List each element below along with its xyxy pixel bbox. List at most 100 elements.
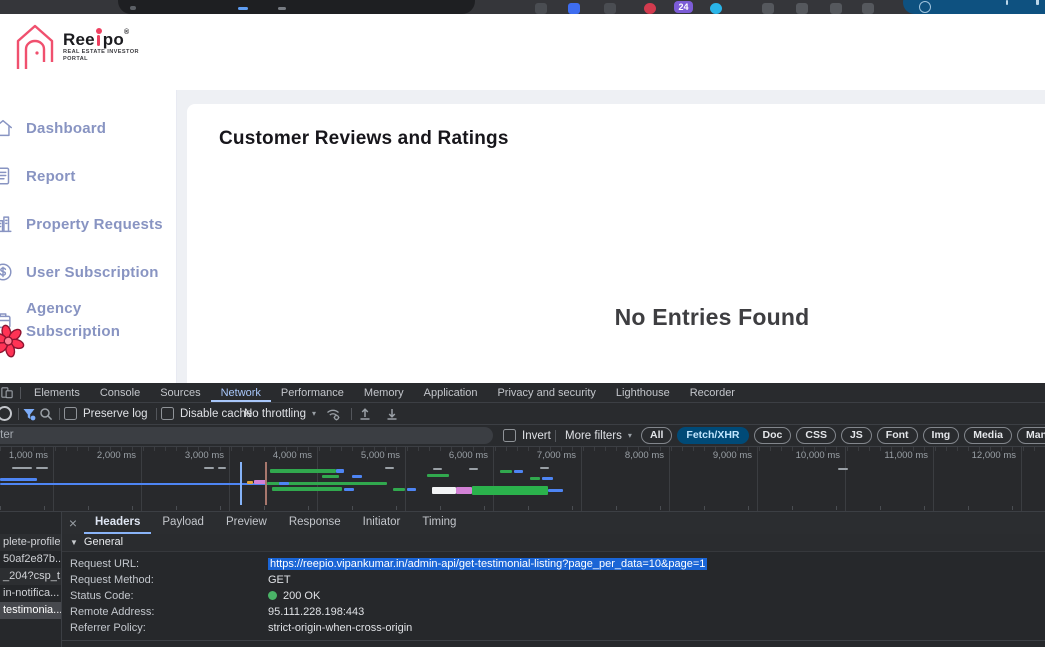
devtools-tab-sources[interactable]: Sources — [150, 384, 210, 402]
preserve-log-checkbox[interactable]: Preserve log — [64, 403, 148, 424]
url-bar-icon — [130, 6, 136, 10]
details-tab-initiator[interactable]: Initiator — [352, 512, 412, 534]
filter-chip-img[interactable]: Img — [923, 427, 960, 444]
request-row[interactable]: _204?csp_t... — [0, 568, 61, 585]
general-section-header[interactable]: ▼General — [62, 534, 1045, 552]
grid-line — [493, 447, 494, 511]
detail-label: Request Method: — [62, 572, 268, 588]
detail-row: Request URL:https://reepio.vipankumar.in… — [62, 556, 1045, 572]
filter-chip-media[interactable]: Media — [964, 427, 1012, 444]
devtools-tab-memory[interactable]: Memory — [354, 384, 414, 402]
waterfall-bar — [393, 488, 405, 491]
extension-icon[interactable] — [644, 3, 656, 14]
details-tab-payload[interactable]: Payload — [151, 512, 215, 534]
detail-value[interactable]: strict-origin-when-cross-origin — [268, 620, 412, 636]
profile-pill[interactable] — [903, 0, 1045, 14]
filter-chip-fetch-xhr[interactable]: Fetch/XHR — [677, 427, 748, 444]
browser-top-strip: 24 — [0, 0, 1045, 14]
sidebar-item-report[interactable]: Report — [0, 152, 176, 200]
waterfall-bar — [36, 467, 48, 469]
waterfall-bar — [456, 487, 472, 494]
extension-icon[interactable] — [604, 3, 616, 14]
devtools-tab-application[interactable]: Application — [414, 384, 488, 402]
sidebar-item-dashboard[interactable]: Dashboard — [0, 104, 176, 152]
extension-icon[interactable] — [830, 3, 842, 14]
record-network-log-button[interactable] — [0, 403, 12, 424]
details-tab-preview[interactable]: Preview — [215, 512, 278, 534]
detail-value[interactable]: 95.111.228.198:443 — [268, 604, 364, 620]
request-url-value[interactable]: https://reepio.vipankumar.in/admin-api/g… — [268, 558, 707, 570]
network-overview-waterfall[interactable]: 1,000 ms2,000 ms3,000 ms4,000 ms5,000 ms… — [0, 447, 1045, 512]
devtools-tab-performance[interactable]: Performance — [271, 384, 354, 402]
empty-state-message: No Entries Found — [187, 304, 1045, 331]
sidebar-item-agency-subscription[interactable]: Agency Subscription — [0, 296, 176, 344]
divider — [20, 387, 21, 399]
time-tick-label: 4,000 ms — [232, 450, 312, 461]
sidebar-item-property-requests[interactable]: Property Requests — [0, 200, 176, 248]
detail-value[interactable]: https://reepio.vipankumar.in/admin-api/g… — [268, 556, 707, 572]
throttling-dropdown[interactable]: No throttling▾ — [238, 403, 316, 424]
devtools-tab-bar: ElementsConsoleSourcesNetworkPerformance… — [0, 383, 1045, 403]
reepo-logo[interactable]: Ree po ® REAL ESTATE INVESTOR PORTAL — [13, 22, 139, 72]
extension-icon[interactable] — [568, 3, 580, 14]
more-filters-dropdown[interactable]: More filters ▾ — [565, 425, 632, 446]
invert-checkbox[interactable]: Invert — [503, 425, 551, 446]
sidebar-item-label: Report — [26, 165, 168, 188]
filter-chip-css[interactable]: CSS — [796, 427, 836, 444]
details-tab-headers[interactable]: Headers — [84, 512, 151, 534]
filter-chip-all[interactable]: All — [641, 427, 672, 444]
extension-icon[interactable] — [535, 3, 547, 14]
grid-line — [141, 447, 142, 511]
extension-badge[interactable]: 24 — [674, 1, 693, 13]
detail-value[interactable]: GET — [268, 572, 291, 588]
sidebar-item-user-subscription[interactable]: User Subscription — [0, 248, 176, 296]
waterfall-bar — [344, 488, 354, 491]
device-toolbar-icon[interactable] — [1, 385, 13, 400]
devtools-tab-recorder[interactable]: Recorder — [680, 384, 745, 402]
waterfall-bar — [204, 467, 214, 469]
export-har-icon[interactable] — [385, 403, 399, 424]
extension-icon[interactable] — [762, 3, 774, 14]
network-conditions-icon[interactable] — [326, 403, 340, 424]
waterfall-bar — [12, 467, 32, 469]
url-bar[interactable] — [118, 0, 475, 14]
status-ok-dot-icon — [268, 591, 277, 600]
filter-chip-js[interactable]: JS — [841, 427, 872, 444]
request-row[interactable]: in-notifica... — [0, 585, 61, 602]
devtools-tab-privacy-and-security[interactable]: Privacy and security — [487, 384, 605, 402]
detail-label: Status Code: — [62, 588, 268, 604]
extension-icon[interactable] — [710, 3, 722, 14]
waterfall-bar — [542, 477, 553, 480]
building-icon — [0, 213, 14, 235]
filter-input[interactable]: Filter — [0, 427, 493, 444]
waterfall-bar — [433, 468, 442, 470]
details-tab-timing[interactable]: Timing — [411, 512, 467, 534]
brand-part1: Ree — [63, 31, 95, 48]
time-tick-label: 9,000 ms — [672, 450, 752, 461]
request-row[interactable]: 50af2e87b... — [0, 551, 61, 568]
devtools-tab-elements[interactable]: Elements — [24, 384, 90, 402]
devtools-tab-console[interactable]: Console — [90, 384, 150, 402]
extension-icon[interactable] — [796, 3, 808, 14]
filter-chip-doc[interactable]: Doc — [754, 427, 792, 444]
sidebar-item-label: User Subscription — [26, 261, 168, 284]
detail-value[interactable]: 200 OK — [268, 588, 320, 604]
request-row[interactable]: plete-profile — [0, 534, 61, 551]
details-tab-response[interactable]: Response — [278, 512, 352, 534]
chevron-down-icon: ▾ — [628, 431, 632, 440]
grid-line — [317, 447, 318, 511]
request-row[interactable]: testimonia... — [0, 602, 61, 619]
search-icon[interactable] — [39, 403, 53, 424]
devtools-tab-network[interactable]: Network — [211, 384, 271, 402]
filter-chip-font[interactable]: Font — [877, 427, 918, 444]
filter-icon[interactable] — [22, 403, 36, 424]
close-icon[interactable]: × — [62, 512, 84, 534]
filter-chip-manifest[interactable]: Manifest — [1017, 427, 1045, 444]
waterfall-bar — [336, 469, 344, 473]
devtools-tab-lighthouse[interactable]: Lighthouse — [606, 384, 680, 402]
import-har-icon[interactable] — [358, 403, 372, 424]
extension-icon[interactable] — [862, 3, 874, 14]
waterfall-bar — [838, 468, 848, 470]
details-tabs: HeadersPayloadPreviewResponseInitiatorTi… — [84, 512, 467, 534]
waterfall-bar — [407, 488, 416, 491]
